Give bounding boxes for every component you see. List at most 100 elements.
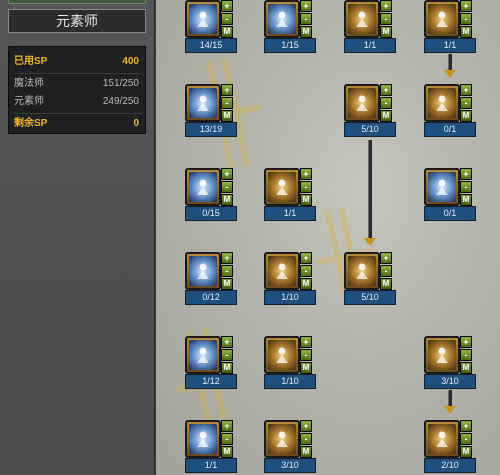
skill-icon-frame[interactable] — [264, 420, 300, 458]
skill-icon-frame[interactable] — [344, 0, 380, 38]
skill-icon-frame[interactable] — [185, 336, 221, 374]
skill-plus-button[interactable]: + — [221, 84, 233, 96]
skill-plus-button[interactable]: + — [460, 336, 472, 348]
skill-slot[interactable]: + - M 14/15 — [185, 0, 239, 54]
skill-plus-button[interactable]: + — [460, 0, 472, 12]
skill-icon-frame[interactable] — [424, 336, 460, 374]
skill-slot[interactable]: + - M 0/1 — [424, 168, 478, 222]
skill-minus-button[interactable]: - — [460, 181, 472, 193]
skill-slot[interactable]: + - M 5/10 — [344, 84, 398, 138]
skill-plus-button[interactable]: + — [380, 84, 392, 96]
skill-icon-frame[interactable] — [264, 168, 300, 206]
skill-master-button[interactable]: M — [221, 362, 233, 374]
skill-slot[interactable]: + - M 3/10 — [264, 420, 318, 474]
skill-minus-button[interactable]: - — [380, 97, 392, 109]
skill-minus-button[interactable]: - — [460, 97, 472, 109]
skill-master-button[interactable]: M — [460, 26, 472, 38]
skill-minus-button[interactable]: - — [221, 13, 233, 25]
skill-minus-button[interactable]: - — [380, 265, 392, 277]
skill-plus-button[interactable]: + — [221, 336, 233, 348]
skill-icon-frame[interactable] — [264, 0, 300, 38]
skill-icon-frame[interactable] — [264, 336, 300, 374]
skill-plus-button[interactable]: + — [221, 0, 233, 12]
skill-slot[interactable]: + - M 1/10 — [264, 252, 318, 306]
skill-icon-frame[interactable] — [424, 84, 460, 122]
skill-minus-button[interactable]: - — [300, 433, 312, 445]
skill-master-button[interactable]: M — [300, 194, 312, 206]
skill-master-button[interactable]: M — [460, 362, 472, 374]
remaining-sp-label: 剩余SP — [14, 118, 48, 129]
skill-minus-button[interactable]: - — [221, 265, 233, 277]
skill-icon-frame[interactable] — [424, 168, 460, 206]
skill-master-button[interactable]: M — [300, 362, 312, 374]
skill-slot[interactable]: + - M 1/15 — [264, 0, 318, 54]
skill-master-button[interactable]: M — [221, 278, 233, 290]
skill-icon-frame[interactable] — [344, 84, 380, 122]
skill-master-button[interactable]: M — [221, 110, 233, 122]
skill-minus-button[interactable]: - — [221, 433, 233, 445]
skill-plus-button[interactable]: + — [300, 252, 312, 264]
skill-master-button[interactable]: M — [460, 446, 472, 458]
top-tab[interactable] — [8, 0, 146, 4]
skill-plus-button[interactable]: + — [300, 0, 312, 12]
skill-plus-button[interactable]: + — [380, 0, 392, 12]
skill-master-button[interactable]: M — [460, 194, 472, 206]
skill-plus-button[interactable]: + — [221, 420, 233, 432]
skill-plus-button[interactable]: + — [460, 420, 472, 432]
skill-icon-frame[interactable] — [185, 420, 221, 458]
skill-master-button[interactable]: M — [221, 26, 233, 38]
skill-controls: + - M — [221, 420, 235, 458]
skill-plus-button[interactable]: + — [380, 252, 392, 264]
skill-minus-button[interactable]: - — [221, 97, 233, 109]
skill-minus-button[interactable]: - — [221, 349, 233, 361]
skill-slot[interactable]: + - M 1/10 — [264, 336, 318, 390]
skill-master-button[interactable]: M — [460, 110, 472, 122]
skill-minus-button[interactable]: - — [300, 13, 312, 25]
skill-minus-button[interactable]: - — [460, 433, 472, 445]
skill-minus-button[interactable]: - — [380, 13, 392, 25]
skill-plus-button[interactable]: + — [460, 84, 472, 96]
skill-icon-frame[interactable] — [185, 252, 221, 290]
skill-slot[interactable]: + - M 0/15 — [185, 168, 239, 222]
mage-sp-label: 魔法师 — [14, 78, 44, 89]
skill-master-button[interactable]: M — [380, 110, 392, 122]
skill-master-button[interactable]: M — [300, 278, 312, 290]
skill-master-button[interactable]: M — [380, 278, 392, 290]
skill-slot[interactable]: + - M 1/1 — [264, 168, 318, 222]
skill-minus-button[interactable]: - — [300, 265, 312, 277]
skill-slot[interactable]: + - M 1/12 — [185, 336, 239, 390]
skill-slot[interactable]: + - M 3/10 — [424, 336, 478, 390]
skill-icon-frame[interactable] — [185, 0, 221, 38]
skill-master-button[interactable]: M — [300, 446, 312, 458]
skill-slot[interactable]: + - M 2/10 — [424, 420, 478, 474]
skill-master-button[interactable]: M — [300, 26, 312, 38]
skill-minus-button[interactable]: - — [300, 181, 312, 193]
skill-icon-frame[interactable] — [185, 84, 221, 122]
skill-slot[interactable]: + - M 1/1 — [185, 420, 239, 474]
skill-slot[interactable]: + - M 0/12 — [185, 252, 239, 306]
skill-master-button[interactable]: M — [221, 446, 233, 458]
skill-slot[interactable]: + - M 1/1 — [424, 0, 478, 54]
skill-icon-frame[interactable] — [344, 252, 380, 290]
skill-icon-frame[interactable] — [264, 252, 300, 290]
skill-minus-button[interactable]: - — [460, 13, 472, 25]
skill-slot[interactable]: + - M 0/1 — [424, 84, 478, 138]
skill-plus-button[interactable]: + — [460, 168, 472, 180]
skill-slot[interactable]: + - M 5/10 — [344, 252, 398, 306]
skill-master-button[interactable]: M — [380, 26, 392, 38]
skill-slot[interactable]: + - M 1/1 — [344, 0, 398, 54]
skill-plus-button[interactable]: + — [300, 420, 312, 432]
skill-plus-button[interactable]: + — [300, 336, 312, 348]
skill-plus-button[interactable]: + — [221, 168, 233, 180]
skill-minus-button[interactable]: - — [221, 181, 233, 193]
skill-icon-frame[interactable] — [185, 168, 221, 206]
skill-minus-button[interactable]: - — [300, 349, 312, 361]
skill-controls: + - M — [300, 0, 314, 38]
skill-icon-frame[interactable] — [424, 0, 460, 38]
skill-minus-button[interactable]: - — [460, 349, 472, 361]
skill-slot[interactable]: + - M 13/19 — [185, 84, 239, 138]
skill-master-button[interactable]: M — [221, 194, 233, 206]
skill-icon-frame[interactable] — [424, 420, 460, 458]
skill-plus-button[interactable]: + — [221, 252, 233, 264]
skill-plus-button[interactable]: + — [300, 168, 312, 180]
